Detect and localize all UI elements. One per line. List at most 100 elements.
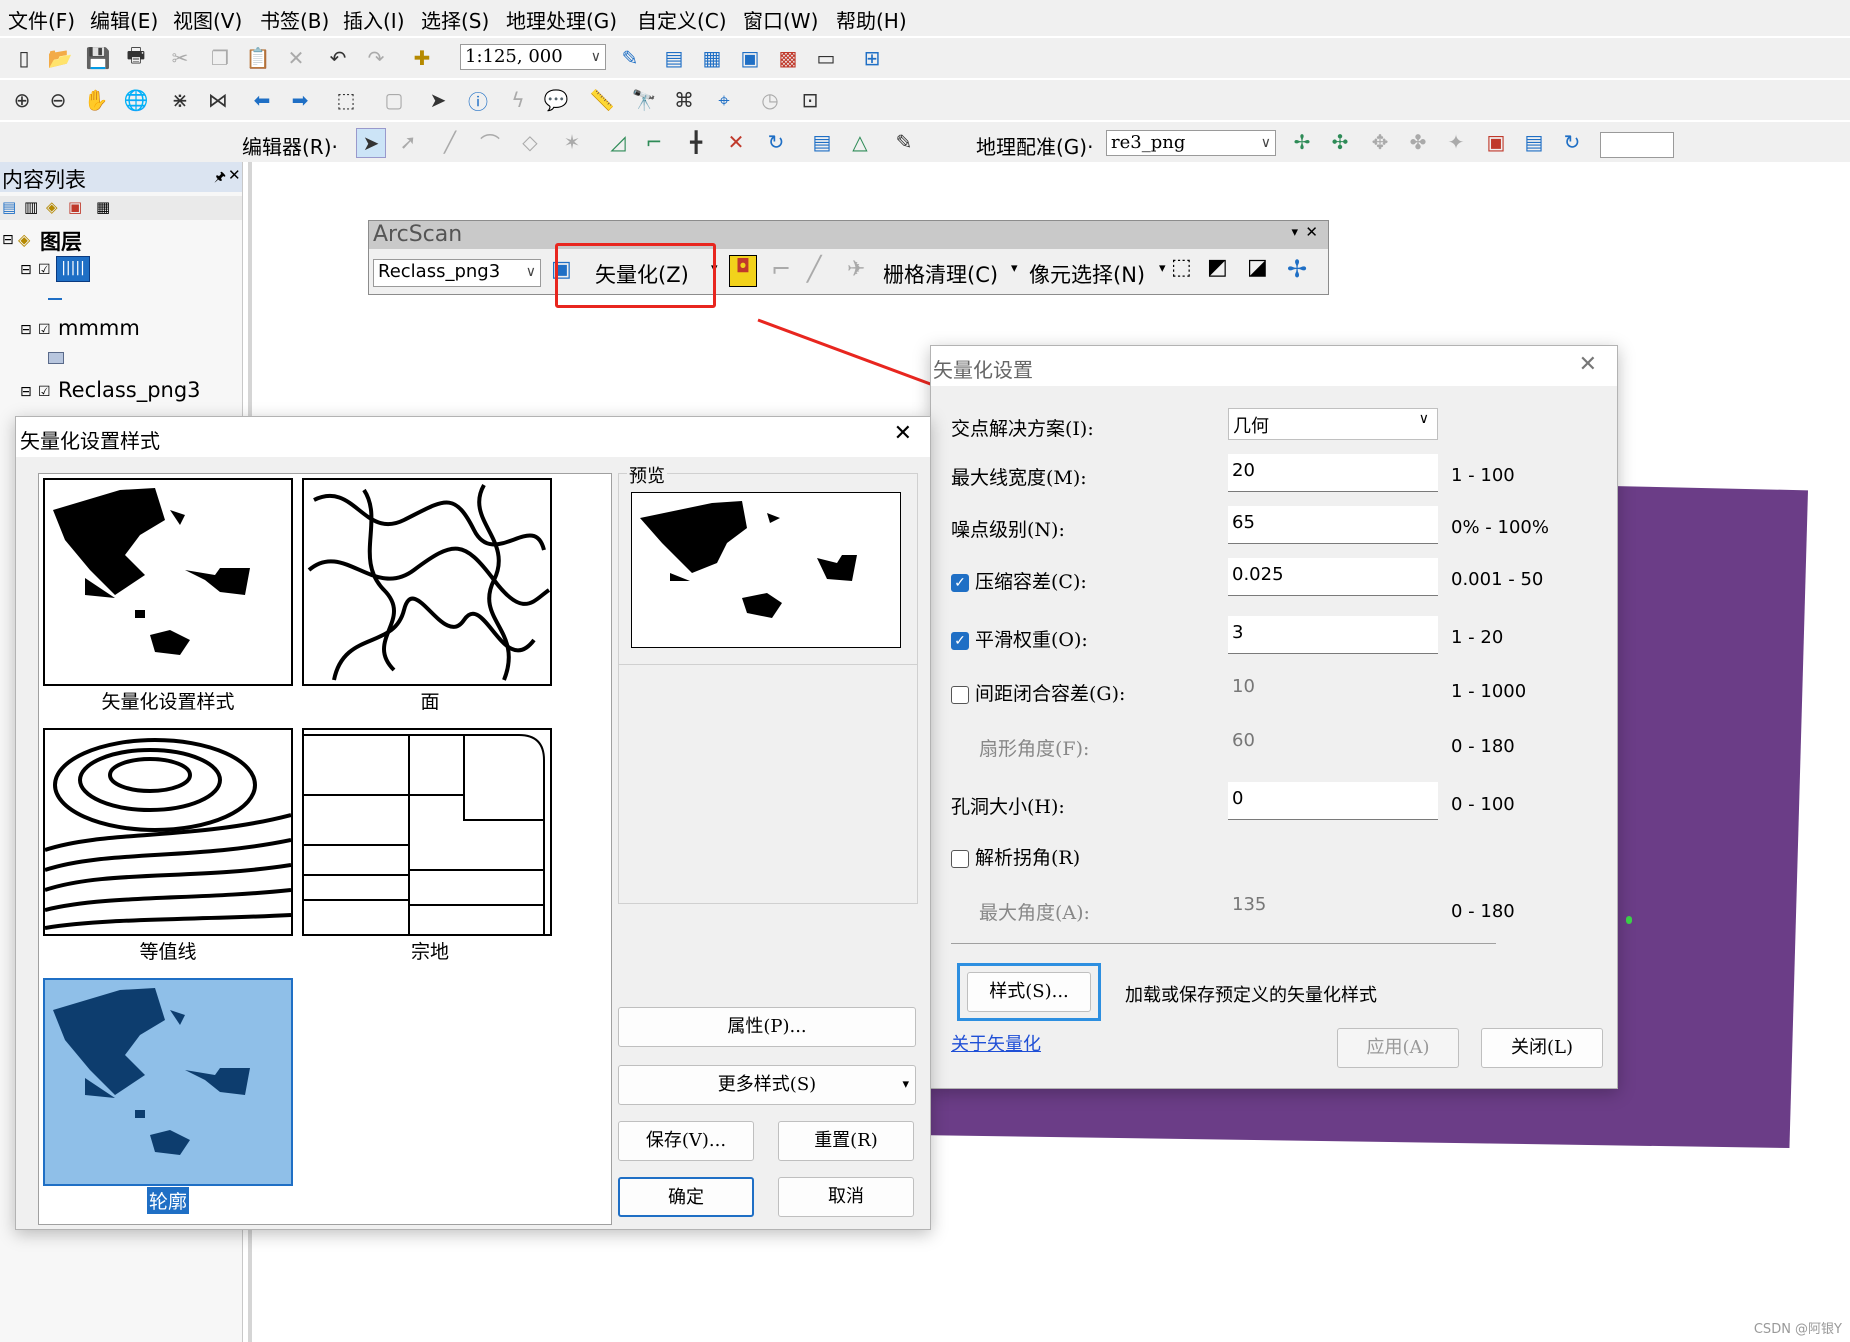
reset-button[interactable]: 重置(R) <box>778 1121 914 1161</box>
close-icon[interactable]: ✕ <box>894 421 912 446</box>
raster-snapping-icon[interactable]: ◘ <box>729 255 757 287</box>
auto-registration-icon[interactable]: ✣ <box>1326 128 1354 156</box>
style-thumb-polygon[interactable] <box>302 478 552 686</box>
catalog-icon[interactable]: ▦ <box>698 44 726 72</box>
raster-layer-icon[interactable]: ||||| <box>56 256 90 282</box>
menu-help[interactable]: 帮助(H) <box>836 5 907 34</box>
more-styles-button[interactable]: 更多样式(S) ▾ <box>618 1065 916 1105</box>
style-thumb-contour[interactable] <box>43 728 293 936</box>
toc-layer-reclass[interactable]: Reclass_png3 <box>58 378 201 402</box>
link-table-icon[interactable]: ▤ <box>1520 128 1548 156</box>
list-by-visibility-icon[interactable]: ◈ <box>46 198 58 216</box>
menu-edit[interactable]: 编辑(E) <box>90 5 158 34</box>
straight-segment-icon[interactable]: ╱ <box>436 128 464 156</box>
pin-icon[interactable]: 🖈 <box>214 168 226 190</box>
collapse-icon[interactable]: ⊟ <box>20 384 32 400</box>
generate-features-icon[interactable]: ✈ <box>847 257 865 282</box>
menu-windows[interactable]: 窗口(W) <box>743 5 818 34</box>
sketch-properties-icon[interactable]: △ <box>846 128 874 156</box>
fan-angle-input[interactable]: 60 <box>1228 724 1438 762</box>
apply-button[interactable]: 应用(A) <box>1337 1028 1459 1068</box>
cancel-button[interactable]: 取消 <box>778 1177 914 1217</box>
hyperlink-bolt-icon[interactable]: ϟ <box>504 86 532 114</box>
close-icon[interactable]: ✕ <box>228 166 241 184</box>
vectorization-trace-icon[interactable]: ⌐ <box>771 255 791 283</box>
close-icon[interactable]: ✕ <box>1579 352 1597 377</box>
list-by-drawing-order-icon[interactable]: ▤ <box>2 198 16 216</box>
new-document-icon[interactable]: ▯ <box>10 44 38 72</box>
editor-menu[interactable]: 编辑器(R)· <box>242 131 338 160</box>
zoom-to-link-icon[interactable]: ✤ <box>1404 128 1432 156</box>
gap-closure-input[interactable]: 10 <box>1228 670 1438 708</box>
map-scale-combo[interactable]: 1:125, 000 ∨ <box>460 44 606 70</box>
zoom-out-icon[interactable]: ⊖ <box>44 86 72 114</box>
pan-hand-icon[interactable]: ✋ <box>82 86 110 114</box>
redo-icon[interactable]: ↷ <box>362 44 390 72</box>
arcscan-layer-combo[interactable]: Reclass_png3 ∨ <box>373 259 541 287</box>
add-control-points-icon[interactable]: ✢ <box>1288 128 1316 156</box>
shape-recognition-icon[interactable]: ╱ <box>807 255 821 283</box>
end-point-arc-icon[interactable]: ⌒ <box>476 128 504 156</box>
hole-size-input[interactable]: 0 <box>1228 782 1438 820</box>
split-tool-icon[interactable]: ✕ <box>722 128 750 156</box>
select-link-icon[interactable]: ✥ <box>1366 128 1394 156</box>
collapse-icon[interactable]: ⊟ <box>20 322 32 338</box>
time-slider-icon[interactable]: ◷ <box>756 86 784 114</box>
delete-link-icon[interactable]: ✦ <box>1442 128 1470 156</box>
identify-info-icon[interactable]: ⓘ <box>464 86 492 114</box>
edit-tool-arrow-icon[interactable]: ➤ <box>356 128 386 158</box>
select-features-icon[interactable]: ⬚ <box>332 86 360 114</box>
collapse-icon[interactable]: ⊟ <box>2 232 14 248</box>
undo-icon[interactable]: ↶ <box>324 44 352 72</box>
menu-customize[interactable]: 自定义(C) <box>637 5 727 34</box>
editor-toolbar-icon[interactable]: ✎ <box>616 44 644 72</box>
list-by-source-icon[interactable]: ▥ <box>24 198 38 216</box>
raster-cleanup-menu[interactable]: 栅格清理(C) <box>883 259 998 289</box>
chevron-down-icon[interactable]: ▾ <box>1159 261 1166 276</box>
back-arrow-icon[interactable]: ⬅ <box>248 86 276 114</box>
menu-view[interactable]: 视图(V) <box>173 5 242 34</box>
cut-polygons-icon[interactable]: ╋ <box>682 128 710 156</box>
georeferencing-menu[interactable]: 地理配准(G)· <box>976 131 1093 160</box>
select-connected-cells-icon[interactable]: ⬚ <box>1171 255 1192 280</box>
trace-icon[interactable]: ◇ <box>516 128 544 156</box>
fixed-zoom-out-icon[interactable]: ⋈ <box>204 86 232 114</box>
rotate-georef-icon[interactable]: ↻ <box>1558 128 1586 156</box>
clear-selection-icon[interactable]: ▢ <box>380 86 408 114</box>
html-popup-icon[interactable]: 💬 <box>542 86 570 114</box>
search-window-icon[interactable]: ▣ <box>736 44 764 72</box>
menu-geoprocessing[interactable]: 地理处理(G) <box>506 5 617 34</box>
copy-icon[interactable]: ❐ <box>206 44 234 72</box>
model-builder-icon[interactable]: ⊞ <box>858 44 886 72</box>
measure-icon[interactable]: 📏 <box>588 86 616 114</box>
collapse-icon[interactable]: ⊟ <box>20 262 32 278</box>
save-icon[interactable]: 💾 <box>84 44 112 72</box>
layer-visibility-checkbox[interactable]: ☑ <box>38 262 51 278</box>
style-thumb-default[interactable] <box>43 478 293 686</box>
intersection-select[interactable]: 几何 ∨ <box>1228 408 1438 440</box>
find-route-icon[interactable]: ⌘ <box>670 86 698 114</box>
menu-selection[interactable]: 选择(S) <box>421 5 489 34</box>
chevron-down-icon[interactable]: ▾ <box>1291 225 1298 240</box>
create-viewer-icon[interactable]: ⊡ <box>796 86 824 114</box>
toc-window-icon[interactable]: ▤ <box>660 44 688 72</box>
point-icon[interactable]: ✶ <box>558 128 586 156</box>
open-icon[interactable]: 📂 <box>46 44 74 72</box>
close-button[interactable]: 关闭(L) <box>1481 1028 1603 1068</box>
close-icon[interactable]: ✕ <box>1305 223 1318 241</box>
find-binoculars-icon[interactable]: 🔭 <box>630 86 658 114</box>
paste-icon[interactable]: 📋 <box>244 44 272 72</box>
max-angle-input[interactable]: 135 <box>1228 888 1438 926</box>
fixed-zoom-in-icon[interactable]: ⋇ <box>166 86 194 114</box>
properties-button[interactable]: 属性(P)... <box>618 1007 916 1047</box>
georef-layer-combo[interactable]: re3_png ∨ <box>1106 130 1276 156</box>
go-to-xy-icon[interactable]: ⌖ <box>710 86 738 114</box>
attributes-icon[interactable]: ▤ <box>808 128 836 156</box>
select-elements-arrow-icon[interactable]: ➤ <box>424 86 452 114</box>
full-extent-globe-icon[interactable]: 🌐 <box>122 86 150 114</box>
menu-bookmarks[interactable]: 书签(B) <box>260 5 329 34</box>
edit-annotation-icon[interactable]: ➚ <box>394 128 422 156</box>
resolve-corners-checkbox[interactable] <box>951 850 969 868</box>
layer-visibility-checkbox[interactable]: ☑ <box>38 384 51 400</box>
about-vectorization-link[interactable]: 关于矢量化 <box>951 1030 1041 1056</box>
